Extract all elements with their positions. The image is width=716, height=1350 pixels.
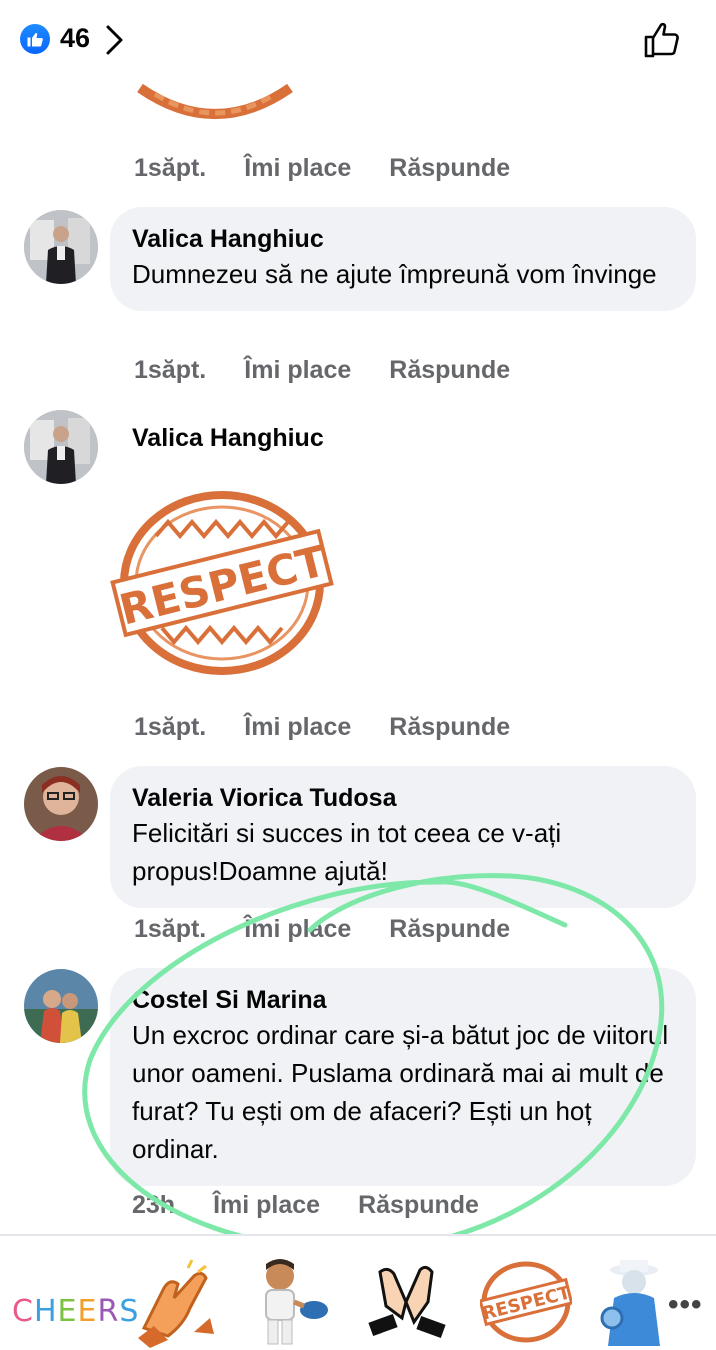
like-link[interactable]: Îmi place [244, 915, 351, 944]
sticker-bar: CHEERS RESPECT ••• [0, 1236, 716, 1350]
avatar[interactable] [24, 767, 98, 841]
more-stickers-button[interactable]: ••• [668, 1288, 703, 1322]
cook-character-sticker[interactable] [252, 1258, 332, 1346]
comment-bubble[interactable]: Valeria Viorica Tudosa Felicitări si suc… [110, 766, 696, 908]
like-link[interactable]: Îmi place [244, 713, 351, 742]
chevron-right-icon[interactable] [104, 24, 124, 56]
reply-link[interactable]: Răspunde [358, 1191, 479, 1220]
like-link[interactable]: Îmi place [213, 1191, 320, 1220]
clapping-outline-sticker[interactable] [366, 1262, 450, 1346]
comment-bubble[interactable]: Valica Hanghiuc Dumnezeu să ne ajute împ… [110, 207, 696, 311]
reply-link[interactable]: Răspunde [389, 154, 510, 183]
comment-time: 1săpt. [134, 356, 207, 384]
cheers-sticker[interactable]: CHEERS [12, 1294, 139, 1329]
reactions-header: 46 [0, 0, 716, 80]
comment-actions: 1săpt. Îmi place Răspunde [134, 713, 548, 742]
comment-author[interactable]: Valeria Viorica Tudosa [132, 782, 674, 814]
reply-link[interactable]: Răspunde [389, 713, 510, 742]
comment-text: Felicitări si succes in tot ceea ce v-aț… [132, 818, 562, 886]
comment-author[interactable]: Costel Si Marina [132, 984, 674, 1016]
comment-actions: 23h Îmi place Răspunde [132, 1191, 517, 1220]
comment-time: 1săpt. [134, 713, 207, 741]
comment-text: Dumnezeu să ne ajute împreună vom înving… [132, 259, 657, 289]
like-reaction-icon[interactable] [20, 24, 50, 54]
clapping-hands-sticker[interactable] [134, 1258, 214, 1348]
respect-stamp-sticker[interactable]: RESPECT [480, 1260, 572, 1344]
like-link[interactable]: Îmi place [244, 356, 351, 385]
thumbs-up-outline-icon[interactable] [642, 20, 682, 60]
like-link[interactable]: Îmi place [244, 154, 351, 183]
detective-character-sticker[interactable] [598, 1258, 660, 1346]
comment-author[interactable]: Valica Hanghiuc [132, 422, 324, 454]
comment-author[interactable]: Valica Hanghiuc [132, 223, 674, 255]
reply-link[interactable]: Răspunde [389, 915, 510, 944]
comment-actions: 1săpt. Îmi place Răspunde [134, 154, 548, 183]
avatar[interactable] [24, 410, 98, 484]
comment-bubble[interactable]: Costel Si Marina Un excroc ordinar care … [110, 968, 696, 1186]
comment-time: 1săpt. [134, 915, 207, 943]
comment-actions: 1săpt. Îmi place Răspunde [134, 915, 548, 944]
respect-sticker-partial [137, 83, 293, 119]
comment-text: Un excroc ordinar care și-a bătut joc de… [132, 1020, 669, 1164]
comment-time: 1săpt. [134, 154, 207, 182]
respect-sticker[interactable]: RESPECT [110, 488, 334, 678]
comment-time: 23h [132, 1191, 176, 1219]
reaction-count[interactable]: 46 [60, 23, 90, 54]
comment-actions: 1săpt. Îmi place Răspunde [134, 356, 548, 385]
avatar[interactable] [24, 969, 98, 1043]
reply-link[interactable]: Răspunde [389, 356, 510, 385]
avatar[interactable] [24, 210, 98, 284]
